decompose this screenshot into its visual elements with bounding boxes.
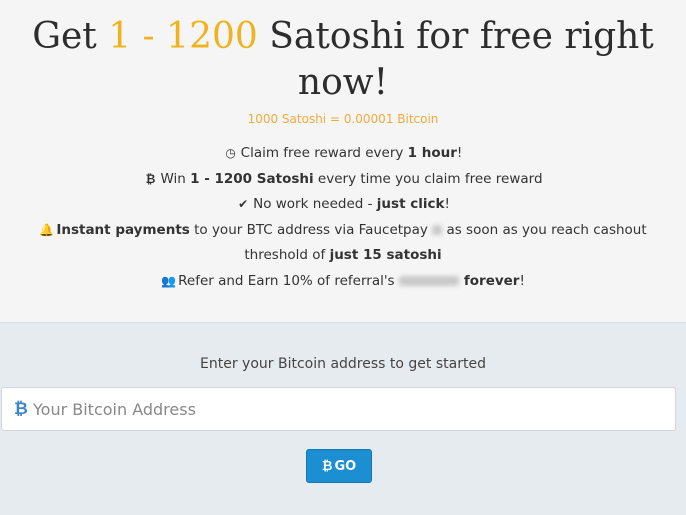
address-field-wrapper: ₿	[1, 387, 676, 431]
feature-text: Refer and Earn 10% of referral's	[178, 272, 399, 289]
conversion-rate: 1000 Satoshi = 0.00001 Bitcoin	[247, 112, 439, 126]
blurred-text	[398, 275, 459, 286]
feature-bold: just 15 satoshi	[329, 247, 442, 263]
bitcoin-address-input[interactable]	[33, 388, 663, 430]
feature-text: !	[456, 145, 463, 161]
feature-text: !	[444, 196, 450, 212]
blurred-text	[432, 224, 443, 235]
feature-bold: forever	[463, 272, 520, 289]
feature-text: !	[519, 272, 525, 289]
feature-text: every time you claim free reward	[313, 170, 543, 187]
form-prompt: Enter your Bitcoin address to get starte…	[200, 356, 486, 372]
title-suffix: Satoshi for free right now!	[257, 16, 654, 103]
check-icon: ✔	[238, 197, 249, 211]
feature-list: ◷ Claim free reward every 1 hour! ₿ Win 1 …	[0, 141, 686, 294]
go-button[interactable]: ₿ GO	[306, 449, 372, 483]
clock-icon: ◷	[225, 146, 236, 160]
feature-instant-payments: 🔔 Instant payments to your BTC address vi…	[0, 218, 686, 269]
feature-no-work: ✔ No work needed - just click!	[0, 192, 686, 218]
bell-icon: 🔔	[39, 222, 55, 237]
go-button-label: GO	[334, 459, 357, 474]
feature-text: Claim free reward every	[240, 145, 408, 161]
feature-claim-interval: ◷ Claim free reward every 1 hour!	[0, 141, 686, 167]
bitcoin-icon: ₿	[321, 459, 333, 474]
feature-text: to your BTC address via Faucetpay	[189, 221, 433, 238]
feature-referral: 👥 Refer and Earn 10% of referral's foreve…	[0, 269, 686, 295]
feature-bold: Instant payments	[56, 221, 190, 238]
address-form: Enter your Bitcoin address to get starte…	[0, 322, 686, 515]
title-highlight: 1 - 1200	[108, 16, 258, 57]
feature-bold: 1 - 1200 Satoshi	[190, 170, 314, 187]
title-prefix: Get	[32, 16, 109, 57]
bitcoin-icon: ₿	[14, 399, 28, 419]
feature-win-amount: ₿ Win 1 - 1200 Satoshi every time you cla…	[0, 167, 686, 193]
bitcoin-icon: ₿	[145, 171, 156, 186]
feature-text: No work needed -	[253, 196, 377, 212]
users-icon: 👥	[161, 273, 177, 288]
page-title: Get 1 - 1200 Satoshi for free right now!	[0, 14, 686, 106]
feature-bold: 1 hour	[407, 145, 457, 161]
feature-text: Win	[160, 170, 191, 187]
feature-bold: just click	[376, 196, 445, 212]
page: Get 1 - 1200 Satoshi for free right now!…	[0, 0, 686, 515]
hero-section: Get 1 - 1200 Satoshi for free right now!…	[0, 0, 686, 322]
